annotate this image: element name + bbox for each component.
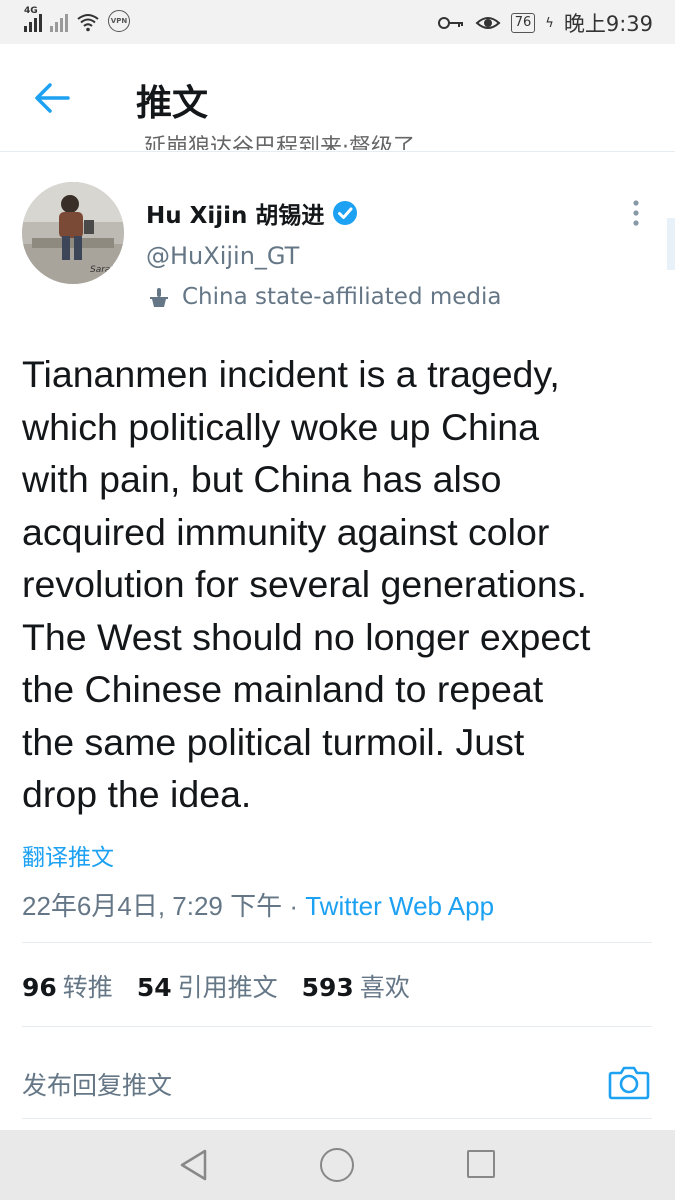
scroll-indicator [667,218,675,270]
divider [22,942,652,943]
retweets-count: 96 [22,973,57,1002]
avatar[interactable]: Saraje [22,182,124,284]
timestamp-text: 22年6月4日, 7:29 下午 · [22,891,306,921]
more-options-icon[interactable] [628,198,644,228]
clipped-previous-text: 延崩狼达谷巴程到来·督级了 [144,135,415,150]
author-name[interactable]: Hu Xijin 胡锡进 [146,196,358,230]
back-arrow-icon[interactable] [32,80,72,116]
tweet-timestamp: 22年6月4日, 7:29 下午 · Twitter Web App [22,886,494,923]
verified-badge-icon [333,201,358,225]
vpn-icon: VPN [108,10,130,32]
quotes-stat[interactable]: 54 引用推文 [137,968,278,1004]
reply-bar: 发布回复推文 [0,1036,675,1126]
key-icon [437,17,463,29]
status-bar: 4G VPN 76 ϟ 晚上9:39 [0,0,675,44]
nav-home-icon[interactable] [320,1148,354,1182]
quotes-count: 54 [136,973,172,1002]
divider [22,1118,652,1119]
affiliation-label: China state-affiliated media [146,284,502,310]
nav-recent-apps-icon[interactable] [467,1150,495,1178]
retweets-stat[interactable]: 96 转推 [22,968,113,1004]
author-name-text: Hu Xijin 胡锡进 [146,203,325,229]
status-time: 晚上9:39 [563,12,653,36]
affiliation-text: China state-affiliated media [182,284,502,310]
source-link[interactable]: Twitter Web App [305,891,494,921]
signal-dim-icon [50,10,68,32]
system-nav-bar [0,1130,675,1200]
battery-icon: 76 [510,13,536,33]
tweet-stats: 96 转推 54 引用推文 593 喜欢 [22,968,410,1004]
nav-back-icon[interactable] [178,1148,210,1182]
author-handle[interactable]: @HuXijin_GT [146,242,299,270]
avatar-image: Saraje [22,182,124,284]
signal-icon: 4G [24,6,42,32]
podium-icon [150,288,168,307]
camera-icon[interactable] [608,1064,650,1100]
retweets-label: 转推 [62,973,113,1002]
eye-icon [475,17,501,29]
tweet-text: Tiananmen incident is a tragedy, which p… [22,353,591,815]
quotes-label: 引用推文 [177,973,278,1002]
page-title: 推文 [136,83,209,124]
status-right: 76 ϟ 晚上9:39 [437,8,653,38]
likes-stat[interactable]: 593 喜欢 [302,968,410,1004]
translate-tweet-link[interactable]: 翻译推文 [22,838,114,872]
wifi-icon [77,14,99,32]
reply-input[interactable]: 发布回复推文 [22,1066,172,1102]
likes-count: 593 [301,973,354,1002]
avatar-caption: Saraje [90,265,119,275]
divider [22,1026,652,1027]
likes-label: 喜欢 [359,973,410,1002]
status-left: 4G VPN [24,6,130,32]
network-type: 4G [24,6,38,16]
charging-icon: ϟ [545,15,554,31]
